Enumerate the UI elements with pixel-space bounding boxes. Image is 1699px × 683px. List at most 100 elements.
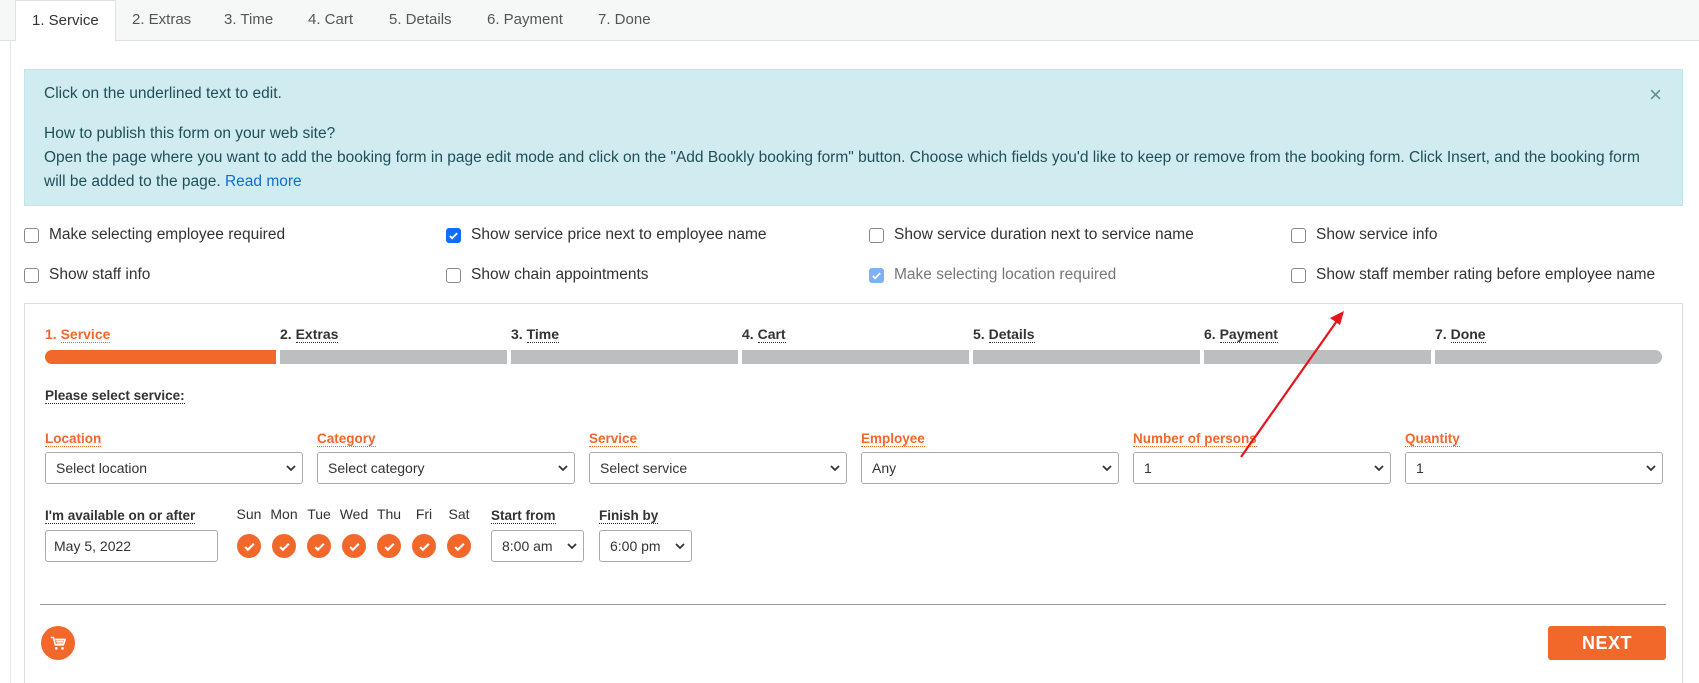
tab-details[interactable]: 5. Details [373, 0, 468, 41]
quantity-value: 1 [1416, 460, 1424, 476]
checkbox[interactable] [869, 227, 884, 243]
chevron-down-icon [567, 543, 577, 550]
day-label-sun: Sun [236, 506, 262, 522]
step-bar-details [973, 350, 1200, 364]
quantity-select[interactable]: 1 [1405, 452, 1663, 484]
checkbox[interactable] [24, 267, 39, 283]
day-label-tue: Tue [307, 506, 331, 522]
day-check-thu[interactable] [377, 534, 401, 558]
persons-value: 1 [1144, 460, 1152, 476]
category-select[interactable]: Select category [317, 452, 575, 484]
option-location-required: Make selecting location required [869, 266, 1116, 284]
check-icon [449, 232, 458, 240]
check-icon [453, 542, 465, 551]
step-label-text[interactable]: Extras [295, 326, 339, 343]
cart-button[interactable] [41, 626, 75, 660]
option-label: Make selecting location required [894, 266, 1117, 283]
available-label[interactable]: I'm available on or after [45, 508, 196, 524]
option-label: Show staff info [49, 266, 151, 283]
tab-payment[interactable]: 6. Payment [471, 0, 579, 41]
option-label: Make selecting employee required [49, 226, 286, 243]
option-employee-required[interactable]: Make selecting employee required [24, 226, 285, 244]
option-label: Show chain appointments [471, 266, 649, 283]
checkbox[interactable] [1291, 267, 1306, 283]
chevron-down-icon [675, 543, 685, 550]
step-label-text[interactable]: Payment [1219, 326, 1278, 343]
finish-time-select[interactable]: 6:00 pm [599, 530, 692, 562]
option-show-service-info[interactable]: Show service info [1291, 226, 1437, 244]
alert-edit-hint: Click on the underlined text to edit. [44, 85, 282, 102]
day-label-fri: Fri [415, 506, 433, 522]
day-check-fri[interactable] [412, 534, 436, 558]
step-label-text[interactable]: Cart [757, 326, 786, 343]
option-label: Show staff member rating before employee… [1316, 266, 1656, 283]
check-icon [243, 542, 255, 551]
tab-extras[interactable]: 2. Extras [116, 0, 207, 41]
read-more-link[interactable]: Read more [225, 173, 302, 190]
day-check-wed[interactable] [342, 534, 366, 558]
option-show-rating[interactable]: Show staff member rating before employee… [1291, 266, 1655, 284]
check-icon [383, 542, 395, 551]
service-select[interactable]: Select service [589, 452, 847, 484]
category-label[interactable]: Category [317, 431, 376, 447]
employee-select[interactable]: Any [861, 452, 1119, 484]
check-icon [872, 272, 881, 280]
tab-service[interactable]: 1. Service [15, 0, 116, 42]
day-check-sun[interactable] [237, 534, 261, 558]
tab-time[interactable]: 3. Time [208, 0, 289, 41]
form-divider [40, 604, 1666, 605]
finish-time-value: 6:00 pm [610, 538, 661, 554]
next-button[interactable]: NEXT [1548, 626, 1666, 660]
checkbox[interactable] [446, 267, 461, 283]
start-time-select[interactable]: 8:00 am [491, 530, 584, 562]
persons-label[interactable]: Number of persons [1133, 431, 1257, 447]
chevron-down-icon [286, 465, 296, 472]
service-label[interactable]: Service [589, 431, 638, 447]
location-select[interactable]: Select location [45, 452, 303, 484]
step-bar-service [45, 350, 276, 364]
checkbox[interactable] [24, 227, 39, 243]
alert-body: Open the page where you want to add the … [44, 146, 1663, 194]
start-from-label[interactable]: Start from [491, 508, 556, 524]
chevron-down-icon [1102, 465, 1112, 472]
option-label: Show service duration next to service na… [894, 226, 1194, 243]
cart-icon [50, 636, 67, 650]
step-extras: 2. Extras [280, 326, 339, 343]
step-done: 7. Done [1435, 326, 1486, 343]
step-label-text[interactable]: Done [1450, 326, 1486, 343]
step-bar-extras [280, 350, 507, 364]
close-icon[interactable]: × [1649, 83, 1662, 107]
alert-question: How to publish this form on your web sit… [44, 125, 336, 142]
employee-value: Any [872, 460, 897, 476]
persons-select[interactable]: 1 [1133, 452, 1391, 484]
checkbox-checked-disabled [869, 267, 884, 283]
employee-label[interactable]: Employee [861, 431, 925, 447]
checkbox-checked[interactable] [446, 227, 461, 243]
checkbox[interactable] [1291, 227, 1306, 243]
step-label-text[interactable]: Details [988, 326, 1035, 343]
location-label[interactable]: Location [45, 431, 102, 447]
chevron-down-icon [1374, 465, 1384, 472]
section-title[interactable]: Please select service: [45, 388, 185, 404]
option-label: Show service price next to employee name [471, 226, 767, 243]
option-show-chain[interactable]: Show chain appointments [446, 266, 649, 284]
step-bar-payment [1204, 350, 1431, 364]
option-show-duration[interactable]: Show service duration next to service na… [869, 226, 1194, 244]
start-time-value: 8:00 am [502, 538, 553, 554]
step-bar-cart [742, 350, 969, 364]
tab-done[interactable]: 7. Done [582, 0, 667, 41]
step-details: 5. Details [973, 326, 1035, 343]
date-input[interactable]: May 5, 2022 [45, 530, 218, 562]
day-label-mon: Mon [270, 506, 298, 522]
chevron-down-icon [1646, 465, 1656, 472]
quantity-label[interactable]: Quantity [1405, 431, 1460, 447]
step-label-text[interactable]: Time [526, 326, 560, 343]
option-show-price[interactable]: Show service price next to employee name [446, 226, 767, 244]
day-check-mon[interactable] [272, 534, 296, 558]
step-label-text[interactable]: Service [60, 326, 111, 343]
day-check-tue[interactable] [307, 534, 331, 558]
finish-by-label[interactable]: Finish by [599, 508, 659, 524]
tab-cart[interactable]: 4. Cart [292, 0, 369, 41]
day-check-sat[interactable] [447, 534, 471, 558]
option-show-staff-info[interactable]: Show staff info [24, 266, 150, 284]
